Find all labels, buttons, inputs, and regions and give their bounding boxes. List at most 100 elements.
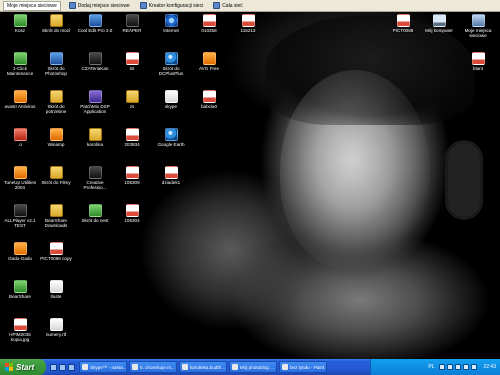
icon-label: ALLPlayer v2.1 TEST — [4, 218, 36, 229]
google-earth-icon — [164, 128, 178, 141]
taskbar-button-chomikuje[interactable]: 5. chomikuje.m... — [129, 361, 177, 373]
tray-volume-icon[interactable] — [455, 364, 462, 370]
taskbar-button-paint[interactable]: bez tytułu - Paint — [279, 361, 327, 373]
desktop-icon-1click[interactable]: 1-Click Maintenance — [2, 52, 38, 80]
icon-label: dziadek1 — [161, 180, 181, 185]
image-file-icon — [202, 90, 216, 103]
shortcut-icon — [49, 14, 63, 27]
desktop-icon-avast[interactable]: avast! Antivirus — [2, 90, 38, 118]
desktop-icon-internet[interactable]: Internet — [153, 14, 189, 42]
icon-label: Internet — [163, 28, 179, 33]
browser-icon — [232, 364, 238, 370]
desktop-icon-105304[interactable]: 105304 — [114, 204, 150, 232]
desktop-icon-lot[interactable]: lot — [114, 52, 150, 80]
document-icon — [164, 90, 178, 103]
desktop-icon-o[interactable]: .o — [2, 128, 38, 156]
language-indicator[interactable]: PL — [428, 364, 434, 370]
desktop-icon-czat[interactable]: CZATeriaKan — [77, 52, 113, 80]
desktop-icon-recycle-bin[interactable]: Kosz — [2, 14, 38, 42]
desktop-icon-patchmix[interactable]: PatchMix DSP Application — [77, 90, 113, 118]
icon-label: babcia0 — [200, 104, 218, 109]
desktop-icon-my-computer[interactable]: Mój komputer — [421, 14, 457, 42]
desktop-icon-potrzebne[interactable]: Skrót do potrzebne — [38, 90, 74, 118]
desktop-icon-105309[interactable]: 105309 — [114, 166, 150, 194]
desktop-icon-pict0088[interactable]: PICT0088 — [385, 14, 421, 42]
desktop-icon-creative[interactable]: Creative Professio... — [77, 166, 113, 194]
toolbar-item-network-wizard[interactable]: Kreator konfiguracji sieci — [138, 1, 205, 10]
desktop-icon-winamp[interactable]: Winamp — [38, 128, 74, 156]
icon-label: avast! Antivirus — [4, 104, 36, 109]
toolbar-item-add-network-place[interactable]: Dodaj miejsce sieciowe — [67, 1, 132, 10]
desktop-icon-babcia[interactable]: babcia0 — [191, 90, 227, 118]
desktop-icon-115213[interactable]: 115213 — [230, 14, 266, 42]
toolbar-item-label: Dodaj miejsce sieciowe — [77, 2, 130, 9]
taskbar-button-karolinka[interactable]: karolinka.budth... — [179, 361, 227, 373]
desktop-icon-nest[interactable]: Skrót do nest — [77, 204, 113, 232]
folder-shortcut-icon — [49, 166, 63, 179]
icon-label: Creative Professio... — [83, 180, 107, 191]
system-tray: PL 22:43 — [370, 359, 500, 375]
tray-antivirus-icon[interactable] — [447, 364, 454, 370]
desktop-icon-filmy[interactable]: Skrót do Filmy — [38, 166, 74, 194]
desktop-icon-dcplusplus[interactable]: Skrót do DCPlusPlus — [153, 52, 189, 80]
desktop-icon-cool-edit[interactable]: Cool Edit Pro 2.0 — [77, 14, 113, 42]
desktop-icon-dziadek[interactable]: dziadek1 — [153, 166, 189, 194]
desktop-icon-network-places[interactable]: Moje miejsca sieciowe — [460, 14, 496, 42]
icon-label: skype — [164, 104, 177, 109]
desktop-icon-bearshare-downloads[interactable]: BearShare Downloads — [38, 204, 74, 232]
allplayer-icon — [13, 204, 27, 217]
taskbar-button-photoblog[interactable]: Mój photoblog ... — [229, 361, 277, 373]
image-file-icon — [125, 52, 139, 65]
task-label: karolinka.budth... — [190, 364, 225, 370]
icon-label: .o — [18, 142, 22, 147]
taskbar: Start Skype™ - nasta... 5. chomikuje.m..… — [0, 359, 500, 375]
icon-label: numery.rtf — [45, 332, 67, 337]
tray-app-icon[interactable] — [471, 364, 478, 370]
chat-icon — [88, 52, 102, 65]
desktop-icon-allplayer[interactable]: ALLPlayer v2.1 TEST — [2, 204, 38, 232]
toolbar-item-label: Kreator konfiguracji sieci — [148, 2, 204, 9]
desktop-icon-blant[interactable]: blant — [460, 52, 496, 80]
desktop-icon-tluste[interactable]: tluste — [38, 280, 74, 308]
skype-icon — [82, 364, 88, 370]
media-player-icon[interactable] — [68, 363, 75, 371]
desktop-icon-zs[interactable]: zs — [114, 90, 150, 118]
show-desktop-icon[interactable] — [50, 363, 57, 371]
image-file-icon — [49, 242, 63, 255]
desktop-icon-numery[interactable]: numery.rtf — [38, 318, 74, 346]
desktop-icon-bearshare[interactable]: BearShare — [2, 280, 38, 308]
desktop-icon-tuneup[interactable]: TuneUp Utilities 2004 — [2, 166, 38, 194]
icon-label: Winamp — [47, 142, 65, 147]
desktop-icon-google-earth[interactable]: Google Earth — [153, 128, 189, 156]
desktop-icon-010258[interactable]: 010258 — [191, 14, 227, 42]
toolbar-item-entire-network[interactable]: Cała sieć — [211, 1, 245, 10]
desktop-icon-photoshop[interactable]: Skrót do Photoshop — [38, 52, 74, 80]
icon-label: 105304 — [124, 218, 140, 223]
icon-label: Skrót do potrzebne — [45, 104, 67, 115]
start-button[interactable]: Start — [0, 359, 46, 375]
desktop-icon-avg[interactable]: AVG Free — [191, 52, 227, 80]
tray-messenger-icon[interactable] — [463, 364, 470, 370]
desktop-icon-skype-doc[interactable]: skype — [153, 90, 189, 118]
wallpaper-face — [280, 70, 430, 270]
taskbar-button-skype[interactable]: Skype™ - nasta... — [79, 361, 127, 373]
desktop-icon-mozi[interactable]: Skrót do mozi — [38, 14, 74, 42]
avast-icon — [13, 90, 27, 103]
tray-network-icon[interactable] — [439, 364, 446, 370]
toolbar-item-network-places[interactable]: Moje miejsca sieciowe — [3, 0, 61, 11]
tray-clock[interactable]: 22:43 — [483, 364, 496, 370]
image-file-icon — [202, 14, 216, 27]
document-icon — [49, 280, 63, 293]
icon-label: REAPER — [122, 28, 142, 33]
desktop-icon-karolina[interactable]: karolina — [77, 128, 113, 156]
desktop-icon-hpim2035[interactable]: HPIM2035 kopia.jpg — [2, 318, 38, 346]
image-file-icon — [13, 318, 27, 331]
audio-app-icon — [88, 14, 102, 27]
desktop-icon-gadu-gadu[interactable]: Gadu-Gadu — [2, 242, 38, 270]
desktop-icon-reaper[interactable]: REAPER — [114, 14, 150, 42]
icon-label: PICT0088 — [392, 28, 414, 33]
desktop-icon-pict0088-copy[interactable]: PICT0088 copy — [38, 242, 74, 270]
browser-icon[interactable] — [59, 363, 66, 371]
desktop-icon-203934[interactable]: 203934 — [114, 128, 150, 156]
bearshare-icon — [13, 280, 27, 293]
